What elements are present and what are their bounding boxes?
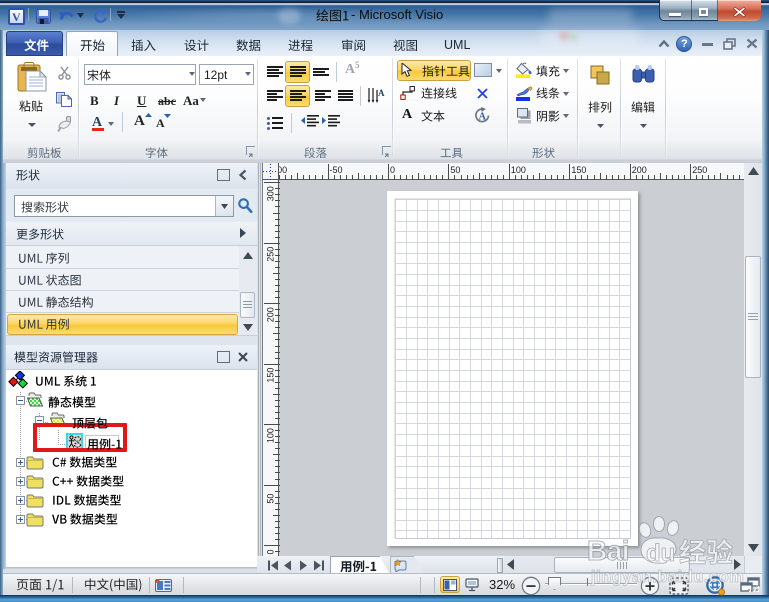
svg-text:0: 0: [266, 549, 276, 554]
svg-text:150: 150: [266, 368, 276, 383]
svg-text:250: 250: [692, 165, 707, 175]
svg-text:-100: -100: [279, 165, 287, 175]
svg-text:250: 250: [266, 247, 276, 262]
svg-text:-50: -50: [330, 165, 343, 175]
svg-text:Bai: Bai: [587, 535, 629, 566]
svg-text:A: A: [479, 112, 487, 123]
svg-text:200: 200: [632, 165, 647, 175]
svg-text:A: A: [378, 88, 385, 98]
svg-text:50: 50: [450, 165, 460, 175]
svg-text:100: 100: [511, 165, 526, 175]
svg-text:200: 200: [266, 307, 276, 322]
svg-text:0: 0: [390, 165, 395, 175]
svg-text:300: 300: [266, 186, 276, 201]
svg-text:50: 50: [266, 494, 276, 504]
svg-text:150: 150: [571, 165, 586, 175]
svg-text:du: du: [646, 540, 675, 566]
svg-text:100: 100: [266, 428, 276, 443]
